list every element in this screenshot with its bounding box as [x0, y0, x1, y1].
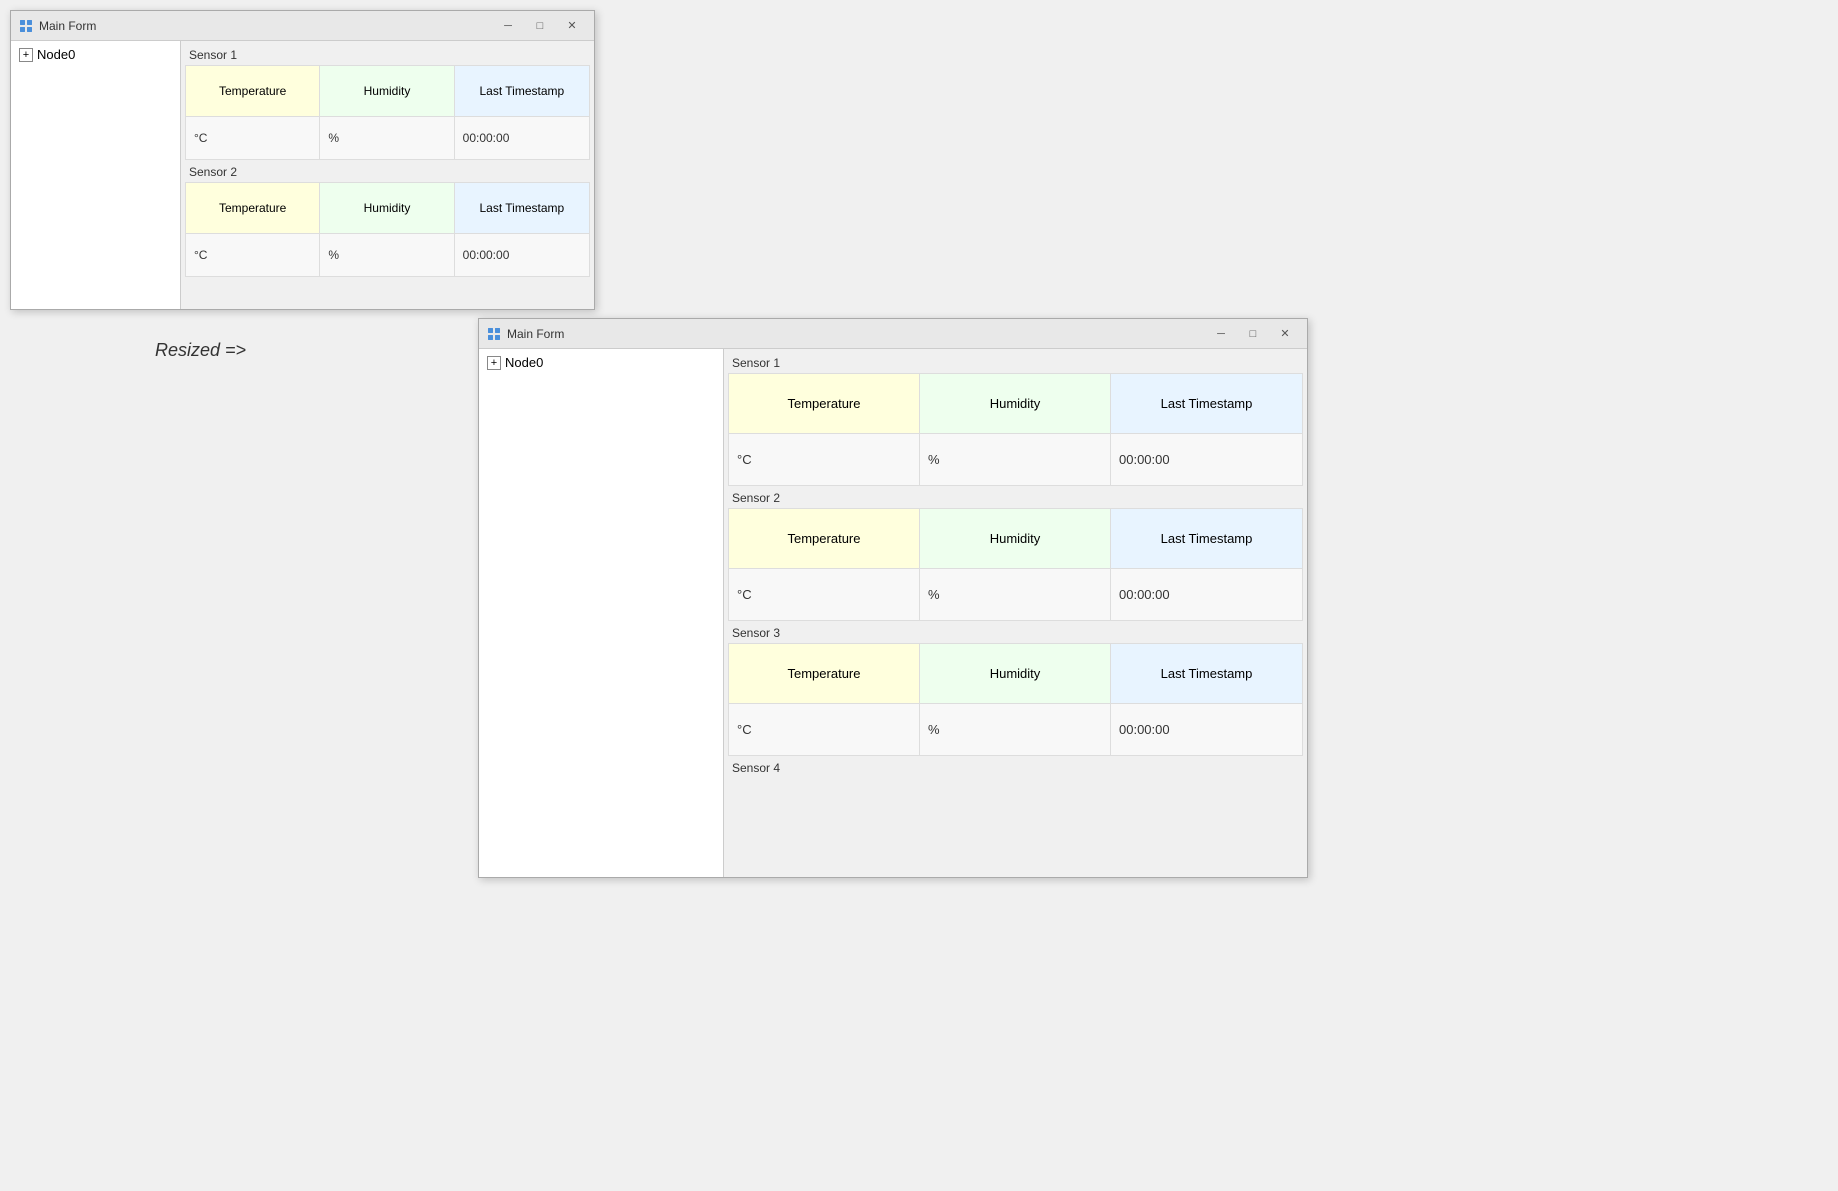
small-tree-panel[interactable]: + Node0 [11, 41, 181, 309]
small-sensor-1-grid: Temperature Humidity Last Timestamp °C %… [185, 65, 590, 160]
large-sensor-1-grid: Temperature Humidity Last Timestamp °C %… [728, 373, 1303, 486]
small-tree-expand-icon[interactable]: + [19, 48, 33, 62]
small-sensor-1-temp-value: °C [186, 117, 320, 159]
small-sensor-1-label: Sensor 1 [185, 45, 590, 65]
large-sensor-3-humidity-header: Humidity [920, 644, 1111, 703]
large-tree-panel[interactable]: + Node0 [479, 349, 724, 877]
large-sensor-1-values-row: °C % 00:00:00 [729, 434, 1302, 485]
small-sensor-2-label: Sensor 2 [185, 162, 590, 182]
large-window-maximize-btn[interactable]: □ [1239, 323, 1267, 345]
small-tree-node0[interactable]: + Node0 [15, 45, 176, 64]
large-sensor-2-humidity-header: Humidity [920, 509, 1111, 568]
small-sensor-2-humidity-value: % [320, 234, 454, 276]
large-window-icon [487, 327, 501, 341]
small-sensor-1-humidity-header: Humidity [320, 66, 454, 116]
small-sensor-1-values-row: °C % 00:00:00 [186, 117, 589, 159]
large-sensor-2-temp-header: Temperature [729, 509, 920, 568]
small-sensor-2-grid: Temperature Humidity Last Timestamp °C %… [185, 182, 590, 277]
large-window-title: Main Form [507, 327, 1207, 341]
small-window-title: Main Form [39, 19, 494, 33]
large-sensor-1-humidity-value: % [920, 434, 1111, 485]
small-sensor-2-temp-value: °C [186, 234, 320, 276]
large-sensor-3-grid: Temperature Humidity Last Timestamp °C %… [728, 643, 1303, 756]
large-sensor-3-temp-header: Temperature [729, 644, 920, 703]
large-sensor-3-label: Sensor 3 [728, 623, 1303, 643]
small-sensors-panel[interactable]: Sensor 1 Temperature Humidity Last Times… [181, 41, 594, 309]
large-window-content: + Node0 Sensor 1 Temperature Humidity La… [479, 349, 1307, 877]
large-tree-expand-icon[interactable]: + [487, 356, 501, 370]
large-window-close-btn[interactable]: ✕ [1271, 323, 1299, 345]
large-window-titlebar: Main Form ─ □ ✕ [479, 319, 1307, 349]
large-sensor-2-values-row: °C % 00:00:00 [729, 569, 1302, 620]
small-sensor-2-humidity-header: Humidity [320, 183, 454, 233]
large-sensor-1-section: Sensor 1 Temperature Humidity Last Times… [728, 353, 1303, 486]
large-window: Main Form ─ □ ✕ + Node0 Sensor 1 Tempera… [478, 318, 1308, 878]
small-sensor-2-timestamp-value: 00:00:00 [455, 234, 589, 276]
small-tree-node0-label: Node0 [37, 47, 75, 62]
small-sensor-2-temp-header: Temperature [186, 183, 320, 233]
large-sensor-3-humidity-value: % [920, 704, 1111, 755]
small-sensor-2-timestamp-header: Last Timestamp [455, 183, 589, 233]
large-sensor-4-section: Sensor 4 [728, 758, 1303, 778]
large-sensor-1-timestamp-header: Last Timestamp [1111, 374, 1302, 433]
large-sensor-1-timestamp-value: 00:00:00 [1111, 434, 1302, 485]
large-sensors-panel[interactable]: Sensor 1 Temperature Humidity Last Times… [724, 349, 1307, 877]
large-sensor-1-temp-header: Temperature [729, 374, 920, 433]
small-sensor-1-timestamp-value: 00:00:00 [455, 117, 589, 159]
small-sensor-1-humidity-value: % [320, 117, 454, 159]
large-sensor-1-header-row: Temperature Humidity Last Timestamp [729, 374, 1302, 434]
large-sensor-3-timestamp-value: 00:00:00 [1111, 704, 1302, 755]
small-sensor-1-temp-header: Temperature [186, 66, 320, 116]
small-window-minimize-btn[interactable]: ─ [494, 15, 522, 37]
large-sensor-2-timestamp-value: 00:00:00 [1111, 569, 1302, 620]
large-sensor-3-temp-value: °C [729, 704, 920, 755]
small-sensor-1-timestamp-header: Last Timestamp [455, 66, 589, 116]
large-window-controls: ─ □ ✕ [1207, 323, 1299, 345]
large-sensor-3-header-row: Temperature Humidity Last Timestamp [729, 644, 1302, 704]
small-sensor-2-values-row: °C % 00:00:00 [186, 234, 589, 276]
small-sensor-1-section: Sensor 1 Temperature Humidity Last Times… [185, 45, 590, 160]
large-sensor-2-grid: Temperature Humidity Last Timestamp °C %… [728, 508, 1303, 621]
large-sensor-2-temp-value: °C [729, 569, 920, 620]
large-sensor-2-humidity-value: % [920, 569, 1111, 620]
large-sensor-3-values-row: °C % 00:00:00 [729, 704, 1302, 755]
small-window-controls: ─ □ ✕ [494, 15, 586, 37]
small-sensor-1-header-row: Temperature Humidity Last Timestamp [186, 66, 589, 117]
large-sensor-4-label: Sensor 4 [728, 758, 1303, 778]
small-window-maximize-btn[interactable]: □ [526, 15, 554, 37]
small-sensor-2-header-row: Temperature Humidity Last Timestamp [186, 183, 589, 234]
small-window-close-btn[interactable]: ✕ [558, 15, 586, 37]
large-tree-node0[interactable]: + Node0 [483, 353, 719, 372]
large-sensor-2-header-row: Temperature Humidity Last Timestamp [729, 509, 1302, 569]
large-sensor-1-humidity-header: Humidity [920, 374, 1111, 433]
large-sensor-1-temp-value: °C [729, 434, 920, 485]
small-window-titlebar: Main Form ─ □ ✕ [11, 11, 594, 41]
resized-label: Resized => [155, 340, 246, 361]
large-sensor-1-label: Sensor 1 [728, 353, 1303, 373]
large-sensor-2-label: Sensor 2 [728, 488, 1303, 508]
large-window-minimize-btn[interactable]: ─ [1207, 323, 1235, 345]
small-sensor-2-section: Sensor 2 Temperature Humidity Last Times… [185, 162, 590, 277]
small-window-icon [19, 19, 33, 33]
small-window-content: + Node0 Sensor 1 Temperature Humidity La… [11, 41, 594, 309]
small-window: Main Form ─ □ ✕ + Node0 Sensor 1 Tempera… [10, 10, 595, 310]
large-sensor-2-timestamp-header: Last Timestamp [1111, 509, 1302, 568]
large-tree-node0-label: Node0 [505, 355, 543, 370]
large-sensor-2-section: Sensor 2 Temperature Humidity Last Times… [728, 488, 1303, 621]
large-sensor-3-timestamp-header: Last Timestamp [1111, 644, 1302, 703]
large-sensor-3-section: Sensor 3 Temperature Humidity Last Times… [728, 623, 1303, 756]
